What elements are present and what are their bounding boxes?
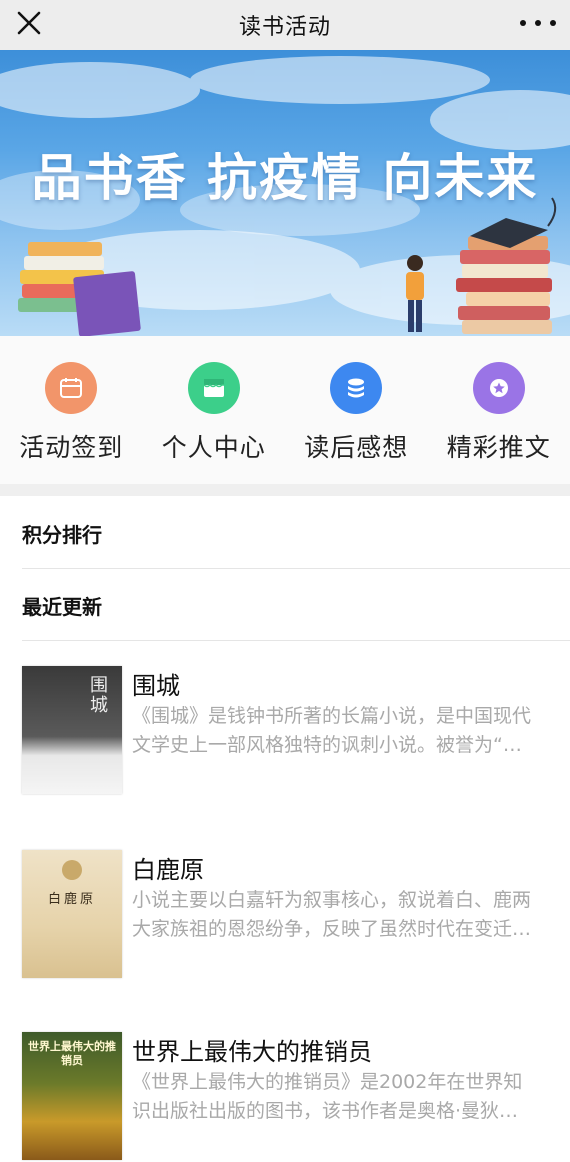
ranking-section-header[interactable]: 积分排行 [22, 498, 570, 569]
menu-item-checkin[interactable]: 活动签到 [0, 336, 143, 484]
book-description: 小说主要以白嘉轩为叙事核心，叙说着白、鹿两大家族祖的恩怨纷争，反映了虽然时代在变… [132, 886, 536, 944]
menu-item-label: 读后感想 [304, 428, 408, 464]
book-title: 世界上最伟大的推销员 [132, 1032, 372, 1067]
book-list-item[interactable]: 白鹿原 白鹿原 小说主要以白嘉轩为叙事核心，叙说着白、鹿两大家族祖的恩怨纷争，反… [22, 850, 570, 980]
book-description: 《围城》是钱钟书所著的长篇小说，是中国现代文学史上一部风格独特的讽刺小说。被誉为… [132, 702, 536, 760]
book-cover-emblem [62, 860, 82, 880]
menu-item-profile[interactable]: 个人中心 [143, 336, 286, 484]
quick-menu: 活动签到 个人中心 读后感想 精彩推文 [0, 336, 570, 484]
book-cover: 世界上最伟大的推销员 [22, 1032, 122, 1160]
more-dots-icon[interactable] [520, 10, 556, 36]
book-cover-title: 白鹿原 [22, 888, 122, 907]
book-list-item[interactable]: 世界上最伟大的推销员 世界上最伟大的推销员 《世界上最伟大的推销员》是2002年… [22, 1032, 570, 1162]
right-books-illustration [456, 198, 555, 334]
book-cover: 白鹿原 [22, 850, 122, 978]
close-icon[interactable] [14, 8, 44, 38]
menu-item-label: 精彩推文 [447, 428, 551, 464]
book-cover-title: 世界上最伟大的推销员 [26, 1040, 118, 1068]
book-cover-title: 围城 [90, 676, 112, 716]
store-icon [188, 362, 240, 414]
menu-item-reflections[interactable]: 读后感想 [285, 336, 428, 484]
book-list-item[interactable]: 围城 围城 《围城》是钱钟书所著的长篇小说，是中国现代文学史上一部风格独特的讽刺… [22, 666, 570, 796]
book-title: 围城 [132, 666, 180, 701]
banner[interactable]: 品书香 抗疫情 向未来 [0, 50, 570, 336]
menu-item-label: 个人中心 [162, 428, 266, 464]
database-icon [330, 362, 382, 414]
recent-section-header: 最近更新 [22, 570, 570, 641]
calendar-icon [45, 362, 97, 414]
book-title: 白鹿原 [132, 850, 204, 885]
star-badge-icon [473, 362, 525, 414]
section-title: 最近更新 [22, 591, 102, 620]
menu-item-label: 活动签到 [19, 428, 123, 464]
menu-item-featured[interactable]: 精彩推文 [428, 336, 570, 484]
section-divider [0, 484, 570, 496]
book-description: 《世界上最伟大的推销员》是2002年在世界知识出版社出版的图书，该书作者是奥格·… [132, 1068, 536, 1126]
page-title: 读书活动 [239, 9, 331, 41]
book-cover: 围城 [22, 666, 122, 794]
banner-headline: 品书香 抗疫情 向未来 [0, 138, 570, 210]
navigation-bar: 读书活动 [0, 0, 570, 50]
section-title: 积分排行 [22, 519, 102, 548]
